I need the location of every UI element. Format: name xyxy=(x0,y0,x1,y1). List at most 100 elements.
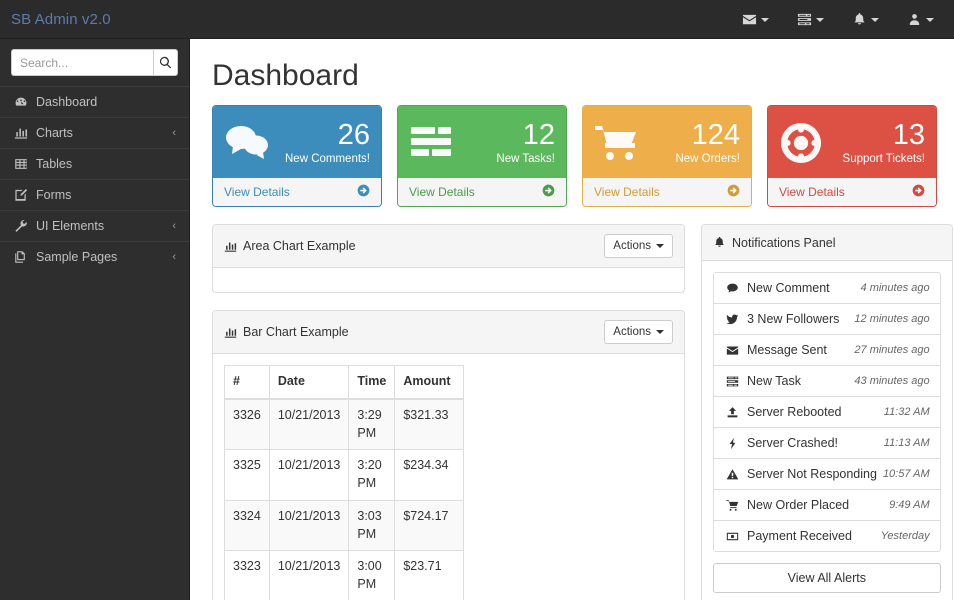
notifications-panel-header: Notifications Panel xyxy=(702,225,952,261)
search-button[interactable] xyxy=(153,49,178,76)
stat-panel-body: 12 New Tasks! xyxy=(398,106,566,178)
notification-time: 43 minutes ago xyxy=(854,375,929,387)
table-cell: 10/21/2013 xyxy=(269,399,349,450)
user-dropdown[interactable] xyxy=(893,0,948,39)
chevron-down-icon xyxy=(656,330,664,334)
sidebar-item-sample-pages[interactable]: Sample Pages ‹ xyxy=(0,241,189,272)
stat-label: New Orders! xyxy=(652,154,740,166)
list-item[interactable]: Server Not Responding 10:57 AM xyxy=(714,459,940,490)
table-header-cell: Date xyxy=(269,366,349,399)
transactions-table: # Date Time Amount 3326 10/21/2013 3:29 … xyxy=(224,365,464,600)
stat-panel-text: 124 New Orders! xyxy=(652,120,740,166)
user-icon xyxy=(907,12,922,27)
notification-label: 3 New Followers xyxy=(747,312,848,326)
cart-icon xyxy=(594,123,652,163)
messages-dropdown[interactable] xyxy=(728,0,783,39)
sidebar-item-forms[interactable]: Forms xyxy=(0,179,189,210)
notification-time: Yesterday xyxy=(881,530,930,542)
notification-time: 9:49 AM xyxy=(889,499,930,511)
list-item[interactable]: Server Crashed! 11:13 AM xyxy=(714,428,940,459)
list-item[interactable]: New Order Placed 9:49 AM xyxy=(714,490,940,521)
notification-label: Server Rebooted xyxy=(747,405,878,419)
stat-panel-orders[interactable]: 124 New Orders! View Details xyxy=(582,105,752,207)
right-column: Notifications Panel New Comment 4 minute… xyxy=(701,224,953,600)
bell-icon xyxy=(713,236,726,249)
table-cell: 3:20 PM xyxy=(349,450,395,501)
view-details-label: View Details xyxy=(409,185,475,199)
bar-chart-panel-title: Bar Chart Example xyxy=(243,325,604,339)
bar-chart-icon xyxy=(13,126,29,140)
list-item[interactable]: New Task 43 minutes ago xyxy=(714,366,940,397)
table-cell: 3:29 PM xyxy=(349,399,395,450)
notification-label: New Comment xyxy=(747,281,855,295)
stat-panel-body: 124 New Orders! xyxy=(583,106,751,178)
table-row: 3323 10/21/2013 3:00 PM $23.71 xyxy=(225,551,464,600)
list-item[interactable]: New Comment 4 minutes ago xyxy=(714,273,940,304)
view-details-label: View Details xyxy=(779,185,845,199)
arrow-circle-right-icon xyxy=(357,184,370,200)
stat-panel-body: 13 Support Tickets! xyxy=(768,106,936,178)
sidebar-item-dashboard[interactable]: Dashboard xyxy=(0,86,189,117)
sidebar-item-charts[interactable]: Charts ‹ xyxy=(0,117,189,148)
cart-icon xyxy=(724,499,741,512)
alerts-dropdown[interactable] xyxy=(838,0,893,39)
stat-panel-footer[interactable]: View Details xyxy=(768,178,936,206)
notification-time: 11:32 AM xyxy=(884,406,930,418)
area-chart-canvas xyxy=(213,268,684,292)
chevron-down-icon xyxy=(926,18,934,22)
stat-panel-tasks[interactable]: 12 New Tasks! View Details xyxy=(397,105,567,207)
table-head: # Date Time Amount xyxy=(225,366,464,399)
table-cell: $321.33 xyxy=(395,399,464,450)
area-chart-panel-title: Area Chart Example xyxy=(243,239,604,253)
notification-time: 11:13 AM xyxy=(884,437,930,449)
list-item[interactable]: Server Rebooted 11:32 AM xyxy=(714,397,940,428)
tasks-dropdown[interactable] xyxy=(783,0,838,39)
upload-icon xyxy=(724,406,741,419)
stat-panel-text: 26 New Comments! xyxy=(282,120,370,166)
search-icon xyxy=(159,56,172,69)
stat-panel-support[interactable]: 13 Support Tickets! View Details xyxy=(767,105,937,207)
bar-chart-icon xyxy=(224,240,237,253)
list-item[interactable]: 3 New Followers 12 minutes ago xyxy=(714,304,940,335)
stat-panel-footer[interactable]: View Details xyxy=(583,178,751,206)
main-content: Dashboard 26 New Comments! V xyxy=(190,39,954,600)
chevron-down-icon xyxy=(871,18,879,22)
chevron-left-icon: ‹ xyxy=(172,221,176,232)
life-ring-icon xyxy=(779,122,837,164)
brand-logo[interactable]: SB Admin v2.0 xyxy=(11,0,111,39)
sidebar: Dashboard Charts ‹ Tables Forms xyxy=(0,39,190,600)
notification-label: New Order Placed xyxy=(747,498,883,512)
search-input[interactable] xyxy=(11,49,153,76)
notifications-panel-body: New Comment 4 minutes ago 3 New Follower… xyxy=(702,261,952,600)
bar-chart-icon xyxy=(224,326,237,339)
stat-panel-comments[interactable]: 26 New Comments! View Details xyxy=(212,105,382,207)
table-cell: 3324 xyxy=(225,500,270,551)
stat-panel-footer[interactable]: View Details xyxy=(213,178,381,206)
view-details-label: View Details xyxy=(594,185,660,199)
arrow-circle-right-icon xyxy=(542,184,555,200)
notifications-list: New Comment 4 minutes ago 3 New Follower… xyxy=(713,272,941,552)
notification-time: 12 minutes ago xyxy=(854,313,929,325)
sidebar-item-ui-elements[interactable]: UI Elements ‹ xyxy=(0,210,189,241)
area-chart-actions-dropdown[interactable]: Actions xyxy=(604,234,673,258)
stat-panel-footer[interactable]: View Details xyxy=(398,178,566,206)
notification-time: 27 minutes ago xyxy=(854,344,929,356)
view-all-alerts-button[interactable]: View All Alerts xyxy=(713,563,941,593)
bar-chart-actions-dropdown[interactable]: Actions xyxy=(604,320,673,344)
sidebar-item-label: Sample Pages xyxy=(36,250,172,264)
table-row: 3326 10/21/2013 3:29 PM $321.33 xyxy=(225,399,464,450)
stat-label: New Comments! xyxy=(282,154,370,166)
envelope-icon xyxy=(742,12,757,27)
money-icon xyxy=(724,530,741,543)
arrow-circle-right-icon xyxy=(912,184,925,200)
navbar-right-group xyxy=(728,0,948,39)
sidebar-item-tables[interactable]: Tables xyxy=(0,148,189,179)
table-cell: 10/21/2013 xyxy=(269,551,349,600)
table-row: 3325 10/21/2013 3:20 PM $234.34 xyxy=(225,450,464,501)
list-item[interactable]: Message Sent 27 minutes ago xyxy=(714,335,940,366)
sidebar-item-label: Charts xyxy=(36,126,172,140)
tasks-icon xyxy=(724,375,741,388)
list-item[interactable]: Payment Received Yesterday xyxy=(714,521,940,551)
notification-label: Server Not Responding xyxy=(747,467,877,481)
table-cell: $23.71 xyxy=(395,551,464,600)
